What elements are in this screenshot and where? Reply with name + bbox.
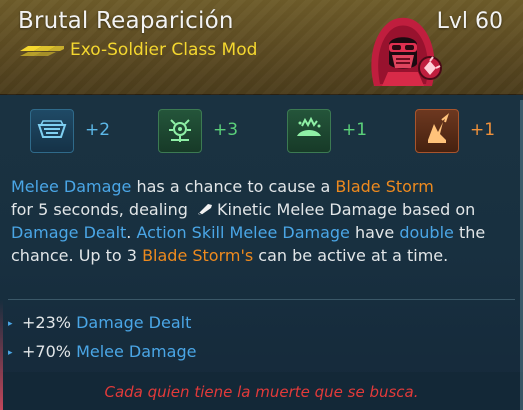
item-name: Brutal Reaparición <box>18 8 234 34</box>
hooded-soldier-icon <box>371 17 442 86</box>
keyword: Action Skill Melee Damage <box>136 223 350 242</box>
green-skill-icon <box>158 109 202 153</box>
keyword: Blade Storm <box>335 177 434 196</box>
skill-boost-value: +2 <box>85 120 111 140</box>
skill-boost-value: +1 <box>470 120 496 140</box>
orange-skill-icon <box>415 109 459 153</box>
rarity-chevrons-icon <box>20 46 64 56</box>
item-description: Melee Damage has a chance to cause a Bla… <box>11 177 486 265</box>
keyword: double <box>399 223 454 242</box>
keyword: Damage Dealt <box>11 223 127 242</box>
skill-boost-value: +3 <box>213 120 239 140</box>
divider <box>8 299 515 300</box>
item-card: Brutal Reaparición Lvl 60 Exo-Soldier Cl… <box>0 0 523 410</box>
bullet-arrow-icon: ▸ <box>8 319 13 329</box>
kinetic-damage-icon <box>198 204 212 216</box>
bullet-arrow-icon: ▸ <box>8 348 13 358</box>
stat-bullet: ▸ +70% Melee Damage <box>8 342 197 361</box>
skill-boost-value: +1 <box>342 120 368 140</box>
keyword: Melee Damage <box>11 177 132 196</box>
item-header: Brutal Reaparición Lvl 60 Exo-Soldier Cl… <box>0 0 523 95</box>
green-skill-icon-2 <box>287 109 331 153</box>
skill-boost-row: +2 +3 +1 +1 <box>0 103 523 159</box>
blue-skill-icon <box>30 109 74 153</box>
flavor-text: Cada quien tiene la muerte que se busca. <box>104 383 419 401</box>
keyword: Blade Storm's <box>142 246 254 265</box>
stat-bullet: ▸ +23% Damage Dealt <box>8 313 192 332</box>
item-type: Exo-Soldier Class Mod <box>70 40 258 60</box>
